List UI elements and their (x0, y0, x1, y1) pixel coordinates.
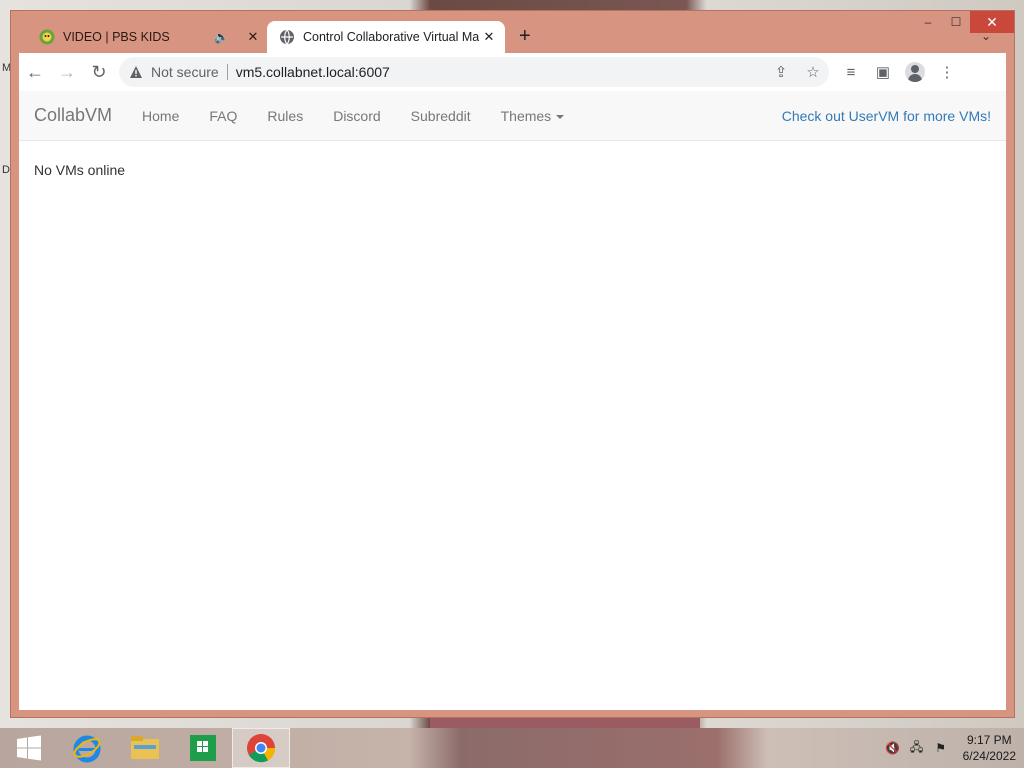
reload-icon[interactable]: ↻ (83, 56, 115, 88)
globe-icon (280, 29, 294, 45)
taskbar: 🔇 🖧 ⚑ 9:17 PM 6/24/2022 (0, 728, 1024, 768)
chrome-icon[interactable] (232, 728, 290, 768)
folder-logo (131, 736, 159, 759)
browser-window: – ☐ ✕ VIDEO | PBS KIDS 🔈 ✕ Control Colla… (10, 10, 1015, 718)
menu-icon[interactable]: ⋮ (931, 56, 963, 88)
internet-explorer-icon[interactable] (58, 728, 116, 768)
side-panel-icon[interactable]: ▣ (867, 56, 899, 88)
page-content: No VMs online (19, 141, 1006, 199)
divider (226, 64, 228, 80)
nav-subreddit[interactable]: Subreddit (396, 108, 486, 124)
nav-themes-dropdown[interactable]: Themes (486, 108, 580, 124)
action-center-flag-icon[interactable]: ⚑ (929, 741, 953, 755)
avatar-icon (905, 62, 925, 82)
pbs-kids-icon (39, 29, 55, 45)
clock-date: 6/24/2022 (962, 749, 1016, 763)
nav-themes-label: Themes (500, 107, 552, 124)
nav-home[interactable]: Home (127, 108, 194, 124)
chevron-down-icon[interactable]: ⌄ (981, 29, 991, 43)
site-navbar: CollabVM Home FAQ Rules Discord Subreddi… (19, 91, 1006, 141)
clock[interactable]: 9:17 PM 6/24/2022 (963, 732, 1016, 764)
share-icon[interactable]: ⇪ (765, 63, 797, 81)
new-tab-button[interactable]: + (519, 25, 531, 48)
caret-down-icon (556, 114, 565, 119)
system-tray: 🔇 🖧 ⚑ 9:17 PM 6/24/2022 (881, 728, 1016, 768)
store-logo (190, 735, 216, 761)
site-brand[interactable]: CollabVM (34, 105, 112, 126)
url-text[interactable]: vm5.collabnet.local:6007 (236, 64, 765, 80)
tab-collabvm[interactable]: Control Collaborative Virtual Ma ✕ (267, 21, 505, 53)
forward-icon[interactable]: → (51, 56, 83, 88)
clock-time: 9:17 PM (966, 733, 1012, 747)
star-icon[interactable]: ☆ (797, 63, 829, 81)
browser-toolbar: ← → ↻ Not secure vm5.collabnet.local:600… (19, 53, 1006, 91)
volume-muted-icon[interactable]: 🔇 (881, 741, 905, 755)
warning-icon[interactable] (129, 65, 143, 79)
tab-title: VIDEO | PBS KIDS (63, 30, 170, 44)
uservm-link[interactable]: Check out UserVM for more VMs! (782, 108, 991, 124)
security-label[interactable]: Not secure (151, 64, 219, 80)
media-queue-icon[interactable]: ≡ (835, 56, 867, 88)
close-icon[interactable]: ✕ (479, 29, 499, 45)
speaker-icon[interactable]: 🔈 (214, 30, 229, 44)
store-icon[interactable] (174, 728, 232, 768)
status-message: No VMs online (34, 162, 126, 178)
tab-title: Control Collaborative Virtual Ma (303, 30, 479, 44)
profile-button[interactable] (899, 56, 931, 88)
address-bar[interactable]: Not secure vm5.collabnet.local:6007 ⇪ ☆ (119, 57, 829, 87)
windows-logo (17, 735, 41, 761)
tab-pbs-kids[interactable]: VIDEO | PBS KIDS 🔈 ✕ (29, 21, 269, 53)
web-page: CollabVM Home FAQ Rules Discord Subreddi… (19, 91, 1006, 710)
windows-start-icon[interactable] (0, 728, 58, 768)
chrome-logo (247, 734, 276, 763)
desktop-edge-letter: D (2, 164, 10, 176)
network-icon[interactable]: 🖧 (905, 738, 929, 759)
back-icon[interactable]: ← (19, 56, 51, 88)
tab-strip: VIDEO | PBS KIDS 🔈 ✕ Control Collaborati… (19, 21, 999, 53)
close-icon[interactable]: ✕ (243, 29, 263, 45)
nav-rules[interactable]: Rules (252, 108, 318, 124)
nav-faq[interactable]: FAQ (194, 108, 252, 124)
nav-discord[interactable]: Discord (318, 108, 395, 124)
ie-logo (73, 735, 101, 763)
file-explorer-icon[interactable] (116, 728, 174, 768)
